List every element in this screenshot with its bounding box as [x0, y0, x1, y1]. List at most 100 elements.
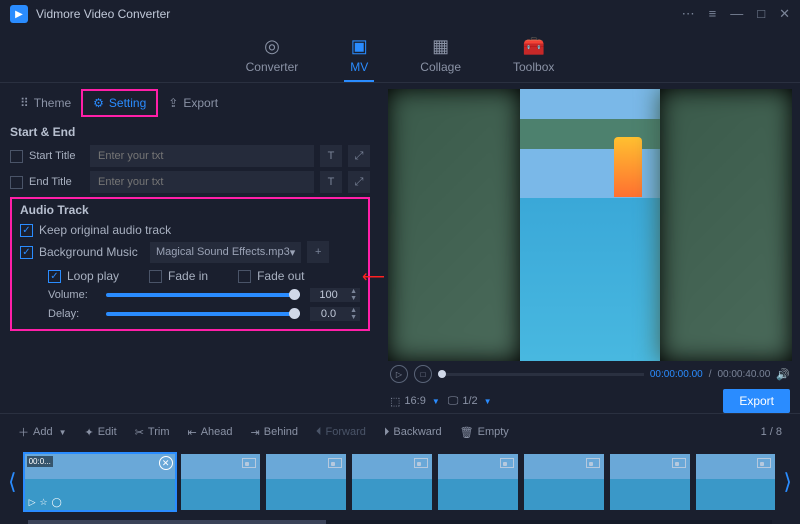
start-title-checkbox[interactable] [10, 150, 23, 163]
menu-icon[interactable]: ≡ [709, 6, 717, 22]
top-tabs: ◎ Converter ▣ MV ▦ Collage 🧰 Toolbox [0, 28, 800, 83]
end-title-label: End Title [29, 176, 84, 188]
preview-prefs: ⬚ 16:9 ▼ 🖵1/2▼ Export [388, 387, 792, 413]
tab-mv[interactable]: ▣ MV [344, 34, 374, 82]
stop-button[interactable]: □ [414, 365, 432, 383]
add-music-button[interactable]: + [307, 241, 329, 263]
delay-value: 0.0 [310, 308, 347, 320]
chevron-down-icon: ▼ [484, 397, 492, 406]
volume-icon[interactable]: 🔊 [776, 368, 790, 381]
bg-music-select[interactable]: Magical Sound Effects.mp3 ▾ [150, 242, 301, 263]
thumb-star-icon[interactable]: ☆ [40, 497, 48, 508]
thumbnail-3[interactable] [266, 454, 346, 510]
minimize-icon[interactable]: — [730, 6, 743, 22]
prev-arrow[interactable]: ⟨ [6, 469, 19, 495]
text-expand-button[interactable]: ⤢ [348, 171, 370, 193]
app-title: Vidmore Video Converter [36, 7, 682, 21]
scissors-icon: ✂ [135, 426, 144, 439]
thumbnail-7[interactable] [610, 454, 690, 510]
tab-collage[interactable]: ▦ Collage [414, 34, 467, 80]
keep-original-checkbox[interactable] [20, 224, 33, 237]
preview-frame [520, 89, 660, 361]
empty-button[interactable]: 🗑Empty [452, 422, 517, 443]
aspect-icon: ⬚ [390, 395, 400, 408]
thumb-delete-icon[interactable]: ✕ [159, 456, 173, 470]
delay-label: Delay: [48, 308, 96, 320]
volume-value: 100 [310, 289, 347, 301]
tab-label: Collage [420, 60, 461, 74]
tab-label: Converter [246, 60, 299, 74]
ahead-icon: ⇤ [188, 426, 197, 439]
tab-converter[interactable]: ◎ Converter [240, 34, 305, 80]
delay-spinner[interactable]: ▲▼ [347, 307, 360, 321]
thumb-scrollbar[interactable] [28, 520, 772, 524]
start-title-input[interactable] [90, 145, 314, 167]
volume-slider[interactable] [106, 293, 300, 297]
fadein-checkbox[interactable] [149, 270, 162, 283]
window-controls: ⋯ ≡ — □ ✕ [682, 6, 790, 22]
edit-button[interactable]: ✦Edit [77, 422, 125, 443]
fadeout-label: Fade out [257, 269, 304, 283]
tab-label: Toolbox [513, 60, 554, 74]
play-button[interactable]: ▷ [390, 365, 408, 383]
screens-selector[interactable]: 🖵1/2▼ [448, 395, 492, 408]
thumbnail-1[interactable]: 00:0... ✕ ▷☆◯ [25, 454, 175, 510]
keep-original-label: Keep original audio track [39, 223, 171, 237]
thumbnail-5[interactable] [438, 454, 518, 510]
delay-row: Delay: 0.0 ▲▼ [48, 307, 360, 321]
aspect-value: 16:9 [404, 395, 425, 407]
maximize-icon[interactable]: □ [757, 6, 765, 22]
forward-button[interactable]: ⏴Forward [308, 422, 374, 443]
behind-button[interactable]: ⇥Behind [243, 422, 306, 443]
thumbnail-8[interactable] [696, 454, 776, 510]
thumbnail-6[interactable] [524, 454, 604, 510]
plus-icon: ＋ [18, 424, 29, 440]
subtab-label: Export [183, 96, 218, 110]
app-logo-icon: ▶ [10, 5, 28, 23]
delay-slider[interactable] [106, 312, 300, 316]
tab-label: MV [350, 60, 368, 74]
add-button[interactable]: ＋Add▼ [10, 420, 75, 444]
bg-music-checkbox[interactable] [20, 246, 33, 259]
subtab-export[interactable]: ⇪ Export [158, 89, 228, 117]
volume-value-box[interactable]: 100 ▲▼ [310, 288, 360, 302]
tab-toolbox[interactable]: 🧰 Toolbox [507, 34, 560, 80]
loop-checkbox[interactable] [48, 270, 61, 283]
feedback-icon[interactable]: ⋯ [682, 6, 695, 22]
export-button[interactable]: Export [723, 389, 790, 413]
thumb-play-icon[interactable]: ▷ [29, 497, 36, 508]
next-arrow[interactable]: ⟩ [781, 469, 794, 495]
text-style-button[interactable]: T [320, 171, 342, 193]
end-title-input[interactable] [90, 171, 314, 193]
close-icon[interactable]: ✕ [779, 6, 790, 22]
fadeout-checkbox[interactable] [238, 270, 251, 283]
backward-button[interactable]: ⏵Backward [376, 422, 450, 443]
clip-toolbar: ＋Add▼ ✦Edit ✂Trim ⇤Ahead ⇥Behind ⏴Forwar… [0, 413, 800, 450]
thumb-controls: ▷ ☆ ◯ [29, 497, 62, 508]
volume-spinner[interactable]: ▲▼ [347, 288, 360, 302]
text-expand-button[interactable]: ⤢ [348, 145, 370, 167]
delay-value-box[interactable]: 0.0 ▲▼ [310, 307, 360, 321]
progress-bar[interactable] [438, 373, 644, 376]
chevron-down-icon: ▼ [432, 397, 440, 406]
video-preview[interactable] [388, 89, 792, 361]
time-total: 00:00:40.00 [717, 369, 770, 380]
text-style-button[interactable]: T [320, 145, 342, 167]
subtab-theme[interactable]: ⠿ Theme [10, 89, 81, 117]
volume-label: Volume: [48, 289, 96, 301]
start-title-label: Start Title [29, 150, 84, 162]
image-placeholder-icon [242, 458, 256, 468]
end-title-checkbox[interactable] [10, 176, 23, 189]
trim-button[interactable]: ✂Trim [127, 422, 178, 443]
subtab-setting[interactable]: ⚙ Setting [81, 89, 158, 117]
thumb-loop-icon[interactable]: ◯ [52, 497, 62, 508]
thumbnail-4[interactable] [352, 454, 432, 510]
mv-icon: ▣ [351, 36, 368, 57]
ahead-button[interactable]: ⇤Ahead [180, 422, 241, 443]
start-title-row: Start Title T ⤢ [10, 145, 370, 167]
thumbnail-2[interactable] [181, 454, 261, 510]
image-placeholder-icon [586, 458, 600, 468]
thumbnail-strip: ⟨ 00:0... ✕ ▷☆◯ ⟩ [0, 450, 800, 520]
wand-icon: ✦ [85, 426, 94, 439]
aspect-selector[interactable]: ⬚ 16:9 ▼ [390, 395, 440, 408]
